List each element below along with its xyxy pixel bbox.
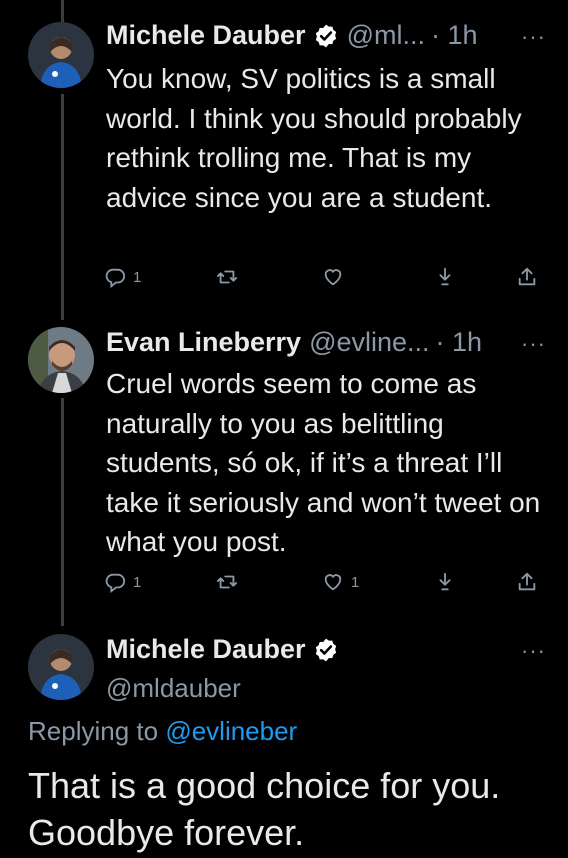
share-icon	[439, 572, 451, 591]
action-bar: 1	[104, 266, 544, 296]
display-name[interactable]: Michele Dauber	[106, 20, 306, 51]
avatar[interactable]	[28, 634, 94, 700]
like-icon	[324, 574, 342, 591]
timestamp[interactable]: · 1h	[436, 327, 483, 358]
handle[interactable]: @ml...	[347, 20, 425, 51]
share-button[interactable]	[434, 571, 456, 593]
like-icon	[324, 269, 342, 286]
verified-icon	[315, 24, 336, 47]
more-icon[interactable]: ···	[521, 331, 546, 357]
replying-to: Replying to @evlineber	[28, 716, 297, 747]
reply-button[interactable]: 1	[104, 266, 141, 288]
action-bar: 1 1	[104, 571, 544, 601]
replying-to-link[interactable]: @evlineber	[165, 716, 297, 746]
thread-line-1	[61, 94, 64, 320]
display-name[interactable]: Michele Dauber	[106, 634, 306, 665]
verified-icon	[315, 638, 336, 661]
replying-prefix: Replying to	[28, 716, 159, 746]
tweet-text: That is a good choice for you. Goodbye f…	[28, 765, 501, 853]
export-button[interactable]	[516, 266, 538, 288]
reply-button[interactable]: 1	[104, 571, 141, 593]
timestamp[interactable]: · 1h	[431, 20, 478, 51]
share-icon	[439, 267, 451, 286]
more-icon[interactable]: ···	[521, 638, 546, 664]
more-icon[interactable]: ···	[521, 24, 546, 50]
thread-line-2	[61, 398, 64, 626]
thread-line-top	[61, 0, 64, 22]
handle[interactable]: @mldauber	[106, 673, 241, 704]
retweet-button[interactable]	[216, 266, 245, 288]
export-icon	[518, 267, 536, 286]
like-button[interactable]	[322, 266, 351, 288]
retweet-button[interactable]	[216, 571, 245, 593]
retweet-icon	[216, 575, 238, 589]
share-button[interactable]	[434, 266, 456, 288]
like-button[interactable]: 1	[322, 571, 359, 593]
reply-count: 1	[133, 573, 142, 591]
like-count: 1	[351, 573, 360, 591]
tweet-text: Cruel words seem to come as naturally to…	[106, 368, 541, 557]
export-icon	[518, 572, 536, 591]
avatar[interactable]	[28, 327, 94, 393]
tweet-text: You know, SV politics is a small world. …	[106, 63, 522, 213]
reply-count: 1	[133, 268, 142, 286]
reply-icon	[105, 268, 126, 288]
display-name[interactable]: Evan Lineberry	[106, 327, 301, 358]
reply-icon	[105, 573, 126, 593]
avatar[interactable]	[28, 22, 94, 88]
export-button[interactable]	[516, 571, 538, 593]
retweet-icon	[216, 270, 238, 284]
handle[interactable]: @evline...	[309, 327, 429, 358]
